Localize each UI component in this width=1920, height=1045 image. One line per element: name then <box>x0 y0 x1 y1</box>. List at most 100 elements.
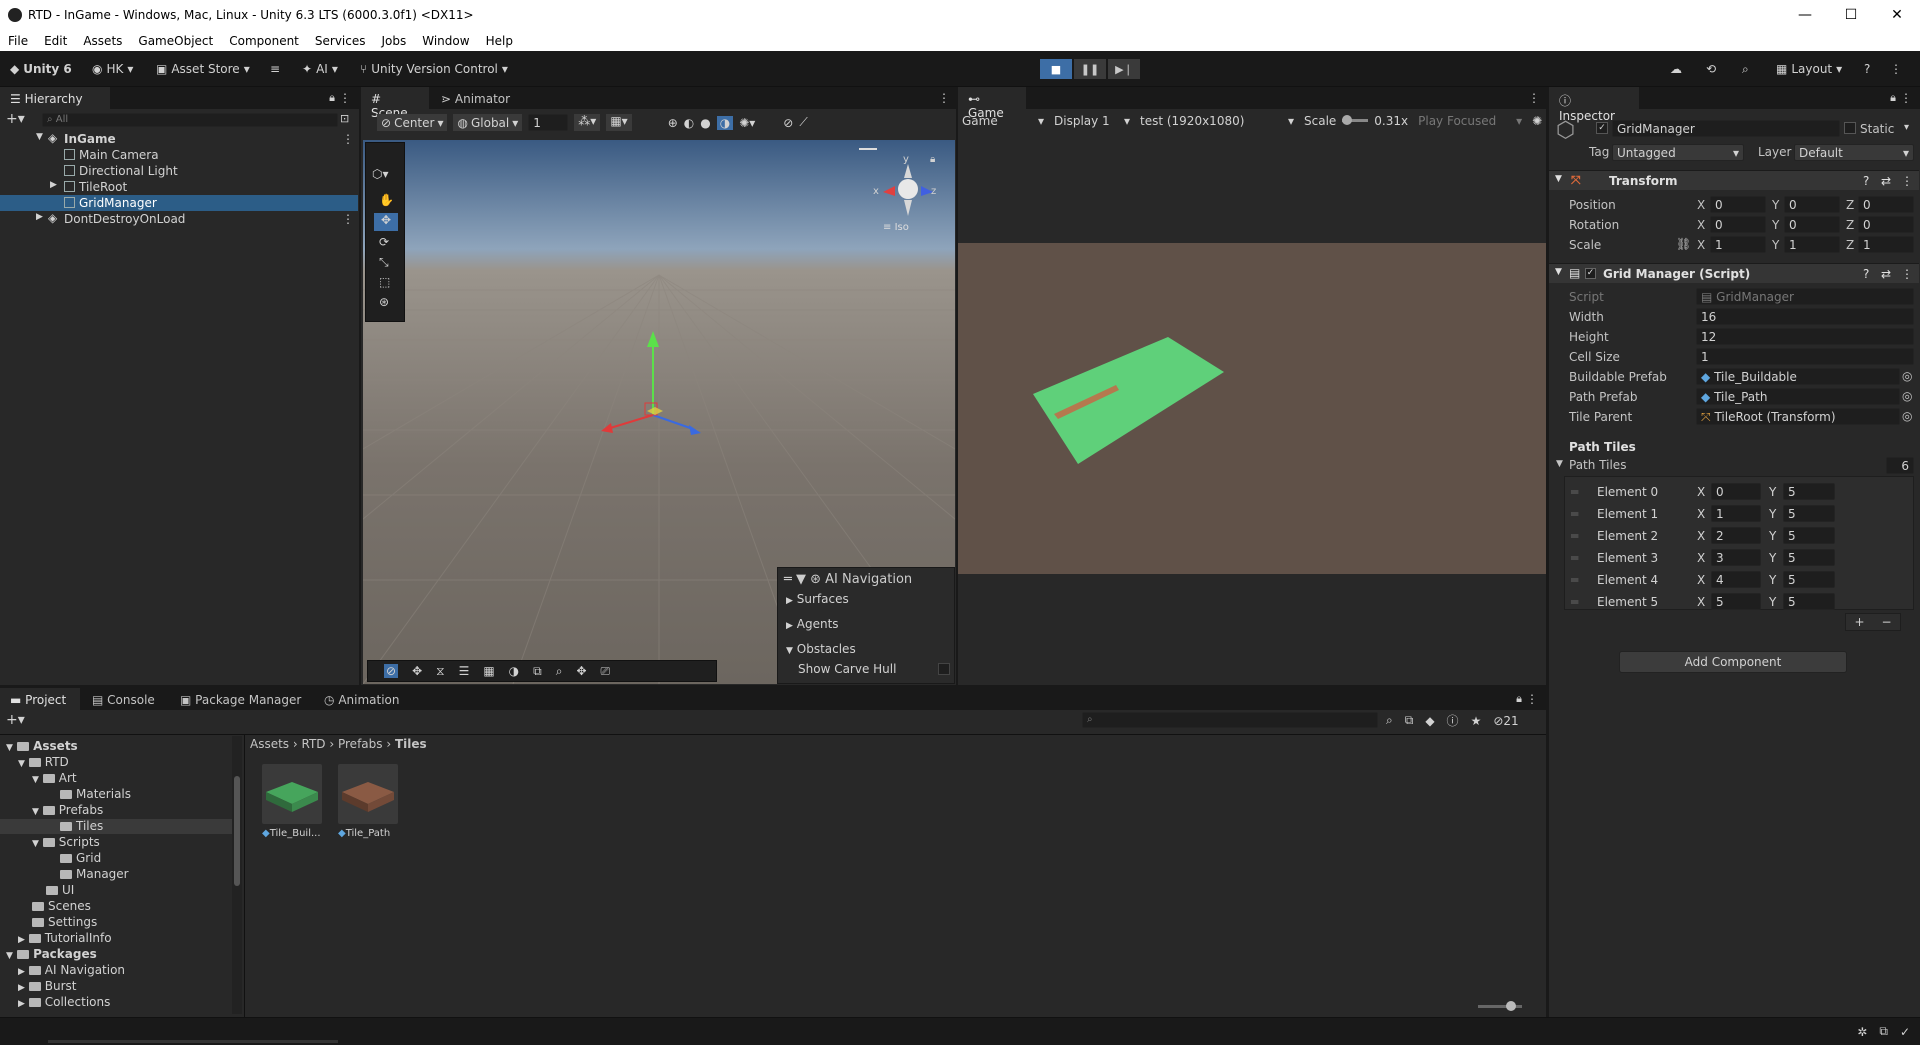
resolution-dropdown[interactable]: test (1920x1080) ▾ <box>1140 114 1294 128</box>
grid-snap-input[interactable]: 1 <box>528 114 569 131</box>
link-icon[interactable]: ⛓ <box>1676 237 1691 251</box>
menu-help[interactable]: Help <box>478 30 521 48</box>
list-item[interactable]: ═ Element 1 X 1 Y 5 <box>1565 505 1915 523</box>
element-x-input[interactable]: 1 <box>1711 505 1761 522</box>
asset-store-dropdown[interactable]: ▣ Asset Store ▾ <box>156 59 250 79</box>
list-item[interactable]: ═ Element 2 X 2 Y 5 <box>1565 527 1915 545</box>
draw-mode-icon[interactable]: ⊕ <box>668 116 678 130</box>
tree-item-prefabs[interactable]: ▼ Prefabs <box>32 803 103 818</box>
check-icon[interactable]: ✓ <box>1900 1025 1910 1039</box>
maximize-button[interactable]: ☐ <box>1828 0 1874 30</box>
search-icon[interactable]: ⌕ <box>1742 59 1749 79</box>
sphere-icon[interactable]: ◑ <box>509 664 519 678</box>
help-icon[interactable]: ? <box>1863 267 1869 281</box>
lock-icon[interactable]: 🔒︎ <box>329 91 335 105</box>
menu-assets[interactable]: Assets <box>75 30 130 48</box>
path-tiles-size-input[interactable]: 6 <box>1886 457 1914 474</box>
game-settings-icon[interactable]: ✺ <box>1532 114 1542 128</box>
position-z-input[interactable]: 0 <box>1858 196 1914 213</box>
thumbnail-size-slider[interactable] <box>1478 1001 1522 1011</box>
more-icon[interactable]: ⋮ <box>342 132 354 146</box>
tab-project[interactable]: ▬ Project <box>0 688 80 710</box>
tab-game[interactable]: ⊷ Game <box>958 87 1026 120</box>
favorite-icon[interactable]: ★ <box>1471 714 1482 728</box>
ai-dropdown[interactable]: ✦ AI ▾ <box>302 59 338 79</box>
tree-item-packages[interactable]: ▼ Packages <box>6 947 97 962</box>
layout-dropdown[interactable]: ▦ Layout ▾ <box>1776 59 1842 79</box>
display-dropdown[interactable]: Display 1 ▾ <box>1054 114 1130 128</box>
hidden-count[interactable]: ⊘21 <box>1493 714 1518 728</box>
account-dropdown[interactable]: ◉ HK ▾ <box>92 59 133 79</box>
element-x-input[interactable]: 0 <box>1711 483 1761 500</box>
hierarchy-item-directional-light[interactable]: Directional Light <box>0 163 358 179</box>
preset-icon[interactable]: ⇄ <box>1881 267 1891 281</box>
object-picker-icon[interactable]: ◎ <box>1902 389 1912 403</box>
slider-thumb[interactable] <box>1506 1001 1516 1011</box>
element-x-input[interactable]: 2 <box>1711 527 1761 544</box>
wireframe-icon[interactable]: ◐ <box>684 116 694 130</box>
tab-inspector[interactable]: ⓘ Inspector <box>1549 87 1639 123</box>
tab-hierarchy[interactable]: ☰ Hierarchy <box>0 87 110 109</box>
add-element-button[interactable]: + <box>1854 615 1864 629</box>
width-input[interactable]: 16 <box>1696 308 1914 325</box>
tab-console[interactable]: ▤ Console <box>82 688 166 710</box>
close-button[interactable]: ✕ <box>1874 0 1920 30</box>
debug-icon[interactable]: ✲ <box>1857 1025 1867 1039</box>
play-focused-dropdown[interactable]: Play Focused ▾ <box>1418 114 1522 128</box>
help-icon[interactable]: ? <box>1864 59 1870 79</box>
settings-menu-icon[interactable]: ⋮ <box>1890 59 1902 79</box>
expand-arrow-icon[interactable]: ▼ <box>36 132 43 142</box>
ai-nav-header[interactable]: ═ ▼ ⊛ AI Navigation <box>784 572 912 587</box>
hierarchy-item-main-camera[interactable]: Main Camera <box>0 147 358 163</box>
scale-x-input[interactable]: 1 <box>1710 236 1766 253</box>
drag-handle-icon[interactable]: ═ <box>1571 595 1578 609</box>
scrollbar-thumb[interactable] <box>234 776 240 886</box>
help-icon[interactable]: ? <box>1863 174 1869 188</box>
lock-icon[interactable]: 🔒︎ <box>1890 91 1896 105</box>
expand-arrow-icon[interactable]: ▶ <box>36 212 43 222</box>
grid-snap-icon[interactable]: ⁂▾ <box>574 114 601 131</box>
scale-slider-thumb[interactable] <box>1342 115 1353 125</box>
hand-tool-icon[interactable]: ✋ <box>379 193 394 207</box>
transform-header[interactable]: ▼ ⤧ Transform ? ⇄ ⋮ <box>1549 170 1919 190</box>
filter-type-icon[interactable]: ⧉ <box>1405 713 1414 728</box>
menu-component[interactable]: Component <box>221 30 307 48</box>
tree-item-grid[interactable]: Grid <box>60 851 101 866</box>
layers-icon[interactable]: ☰ <box>459 664 470 678</box>
add-component-button[interactable]: Add Component <box>1619 651 1847 673</box>
object-name-input[interactable]: GridManager <box>1612 120 1840 137</box>
list-item[interactable]: ═ Element 0 X 0 Y 5 <box>1565 483 1915 501</box>
camera-icon[interactable]: ⎚ <box>601 664 611 679</box>
rotation-x-input[interactable]: 0 <box>1710 216 1766 233</box>
static-checkbox[interactable] <box>1844 122 1856 134</box>
lock-icon[interactable]: 🔒︎ <box>1516 692 1522 706</box>
scale-slider-track[interactable] <box>1342 115 1369 125</box>
history-icon[interactable]: ⟲ <box>1706 59 1716 79</box>
pan-icon[interactable]: ✥ <box>576 664 586 678</box>
breadcrumb-item[interactable]: RTD <box>302 737 326 751</box>
list-item[interactable]: ═ Element 4 X 4 Y 5 <box>1565 571 1915 589</box>
ai-nav-obstacles[interactable]: ▼ Obstacles <box>786 642 856 656</box>
chevron-down-icon[interactable]: ▾ <box>1904 122 1909 133</box>
menu-edit[interactable]: Edit <box>36 30 75 48</box>
tree-item-tutorialinfo[interactable]: ▶ TutorialInfo <box>18 931 112 946</box>
asset-tile-buildable[interactable]: ◆Tile_Buil... <box>262 764 324 844</box>
move-gizmo[interactable] <box>583 325 723 445</box>
element-x-input[interactable]: 3 <box>1711 549 1761 566</box>
visibility-toggle-icon[interactable]: ⊘ <box>783 116 793 130</box>
grid-toggle-icon[interactable]: ▦ <box>483 664 494 678</box>
tab-animation[interactable]: ◷ Animation <box>314 688 410 710</box>
scale-tool-icon[interactable]: ⤡ <box>379 255 389 270</box>
tab-animator[interactable]: ⋗ Animator <box>431 87 521 109</box>
tree-item-scripts[interactable]: ▼ Scripts <box>32 835 100 850</box>
layer-dropdown[interactable]: Default ▾ <box>1794 144 1914 161</box>
menu-window[interactable]: Window <box>414 30 477 48</box>
hierarchy-scene-ingame[interactable]: ▼ ◈ InGame ⋮ <box>0 131 358 147</box>
create-asset-icon[interactable]: +▾ <box>6 712 25 728</box>
tree-item-collections[interactable]: ▶ Collections <box>18 995 110 1010</box>
stack-icon[interactable]: ⧉ <box>533 664 542 679</box>
more-icon[interactable]: ⋮ <box>339 91 351 105</box>
more-icon[interactable]: ⋮ <box>1900 91 1912 105</box>
menu-file[interactable]: File <box>0 30 36 48</box>
project-search-input[interactable]: ⌕ <box>1082 712 1378 728</box>
